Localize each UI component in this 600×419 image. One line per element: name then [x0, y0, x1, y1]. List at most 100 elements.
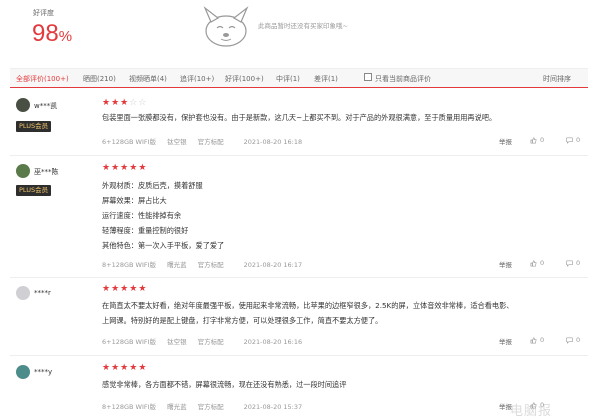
thumbs-up-icon	[530, 259, 537, 266]
product-color: 曙光蓝	[167, 403, 187, 411]
avatar[interactable]	[16, 365, 30, 379]
like-button[interactable]: 0	[530, 259, 544, 267]
star-icon: ★	[102, 98, 111, 108]
current-only-checkbox[interactable]	[364, 73, 372, 81]
current-only-label: 只看当前商品评价	[375, 75, 431, 83]
review-line: 屏幕效果：屏占比大	[102, 196, 167, 205]
like-count: 0	[540, 336, 545, 344]
reply-count: 0	[576, 336, 581, 344]
joy-dog-mascot-icon	[203, 6, 249, 47]
review-username: ****y	[34, 368, 53, 376]
review-meta: 8+128GB WIFI版 曙光蓝 官方标配 2021-08-20 16:17	[102, 259, 313, 269]
tab-video[interactable]: 视频晒单(4)	[129, 74, 167, 84]
report-link[interactable]: 举报	[499, 259, 512, 269]
tab-medium[interactable]: 中评(1)	[276, 74, 300, 84]
review-line: 包装里面一张膜都没有，保护套也没有。由于是新款，这几天~上都买不到。对于产品的外…	[102, 113, 497, 122]
tab-all[interactable]: 全部评价(100+)	[16, 74, 69, 84]
review-filter-tabs: 全部评价(100+) 晒图(210) 视频晒单(4) 追评(10+) 好评(10…	[10, 68, 588, 88]
star-icon: ★	[129, 363, 138, 373]
product-color: 钛空银	[167, 138, 187, 146]
comment-icon	[566, 137, 573, 144]
like-button[interactable]: 0	[530, 136, 544, 144]
plus-member-badge: PLUS会员	[16, 185, 52, 196]
review-meta: 6+128GB WIFI版 钛空银 官方标配 2021-08-20 16:16	[102, 336, 313, 346]
star-icon: ★	[102, 284, 111, 294]
like-count: 0	[540, 136, 545, 144]
review-line: 上网课。特别好的是配上键盘，打字非常方便，可以处理很多工作，简直不要太方便了。	[102, 316, 383, 325]
tab-good[interactable]: 好评(100+)	[225, 74, 264, 84]
star-rating: ★ ★ ★ ☆ ☆	[102, 99, 146, 108]
review-username: w***凯	[34, 102, 58, 110]
avatar[interactable]	[16, 164, 30, 178]
reply-button[interactable]: 0	[566, 259, 580, 267]
review-line: 其他特色：第一次入手平板，爱了爱了	[102, 241, 225, 250]
review-line: 轻薄程度：重量控制的很好	[102, 226, 189, 235]
star-icon: ★	[129, 284, 138, 294]
product-spec: 8+128GB WIFI版	[102, 403, 157, 411]
star-icon: ★	[120, 363, 129, 373]
star-icon: ★	[111, 284, 120, 294]
review-line: 外观材质：皮质后壳，摸着舒服	[102, 181, 203, 190]
review-text: 外观材质：皮质后壳，摸着舒服 屏幕效果：屏占比大 运行速度：性能排掉有余 轻薄程…	[102, 178, 224, 253]
reply-count: 0	[576, 259, 581, 267]
thumbs-up-icon	[530, 136, 537, 143]
star-icon: ★	[120, 284, 129, 294]
good-rate-label: 好评度	[33, 9, 54, 17]
review-meta: 6+128GB WIFI版 钛空银 官方标配 2021-08-20 16:18	[102, 136, 313, 146]
review-item: ****r ★ ★ ★ ★ ★ 在简直太不要太好看，绝对年度最强平板，使用起来非…	[10, 278, 588, 356]
review-date: 2021-08-20 16:17	[243, 261, 303, 269]
product-spec: 8+128GB WIFI版	[102, 261, 157, 269]
star-icon: ★	[120, 163, 129, 173]
product-package: 官方标配	[197, 138, 224, 146]
avatar[interactable]	[16, 98, 30, 112]
plus-member-badge: PLUS会员	[16, 121, 52, 132]
review-text: 感觉非常棒，各方面都不错，屏幕很流畅，现在还没有熟悉，过一段时间追评	[102, 377, 346, 392]
tab-append[interactable]: 追评(10+)	[180, 74, 214, 84]
review-username: ****r	[34, 289, 51, 297]
review-date: 2021-08-20 15:37	[243, 403, 303, 411]
tab-bad[interactable]: 差评(1)	[314, 74, 338, 84]
star-rating: ★ ★ ★ ★ ★	[102, 164, 146, 173]
thumbs-up-icon	[530, 336, 537, 343]
review-line: 运行速度：性能排掉有余	[102, 211, 182, 220]
star-icon: ★	[138, 284, 147, 294]
review-text: 在简直太不要太好看，绝对年度最强平板，使用起来非常流畅，比苹果的边框窄很多，2.…	[102, 298, 513, 328]
review-line: 感觉非常棒，各方面都不错，屏幕很流畅，现在还没有熟悉，过一段时间追评	[102, 380, 347, 389]
review-item: ****y ★ ★ ★ ★ ★ 感觉非常棒，各方面都不错，屏幕很流畅，现在还没有…	[10, 356, 588, 419]
avatar[interactable]	[16, 286, 30, 300]
product-color: 曙光蓝	[167, 261, 187, 269]
star-rating: ★ ★ ★ ★ ★	[102, 285, 146, 294]
product-spec: 6+128GB WIFI版	[102, 138, 157, 146]
product-package: 官方标配	[197, 403, 224, 411]
comment-icon	[566, 260, 573, 267]
star-rating: ★ ★ ★ ★ ★	[102, 364, 146, 373]
reply-button[interactable]: 0	[566, 336, 580, 344]
product-spec: 6+128GB WIFI版	[102, 338, 157, 346]
star-icon: ★	[111, 363, 120, 373]
product-color: 钛空银	[167, 338, 187, 346]
good-rate-value: 98%	[32, 20, 73, 47]
like-count: 0	[540, 259, 545, 267]
no-impression-text: 此商品暂时还没有买家印象哦~	[258, 22, 348, 30]
review-date: 2021-08-20 16:18	[243, 138, 303, 146]
star-empty-icon: ☆	[138, 98, 147, 108]
star-icon: ★	[129, 163, 138, 173]
reply-button[interactable]: 0	[566, 136, 580, 144]
reply-count: 0	[576, 136, 581, 144]
product-package: 官方标配	[197, 261, 224, 269]
review-item: 巫***陈 PLUS会员 ★ ★ ★ ★ ★ 外观材质：皮质后壳，摸着舒服 屏幕…	[10, 156, 588, 278]
review-text: 包装里面一张膜都没有，保护套也没有。由于是新款，这几天~上都买不到。对于产品的外…	[102, 110, 496, 125]
sort-by-time[interactable]: 时间排序	[543, 74, 571, 84]
product-package: 官方标配	[197, 338, 224, 346]
report-link[interactable]: 举报	[499, 336, 512, 346]
review-date: 2021-08-20 16:16	[243, 338, 303, 346]
watermark: 电脑报	[510, 404, 553, 419]
star-icon: ★	[102, 163, 111, 173]
review-line: 在简直太不要太好看，绝对年度最强平板，使用起来非常流畅，比苹果的边框窄很多，2.…	[102, 301, 514, 310]
like-button[interactable]: 0	[530, 336, 544, 344]
tab-pictures[interactable]: 晒图(210)	[83, 74, 116, 84]
report-link[interactable]: 举报	[499, 136, 512, 146]
star-icon: ★	[138, 163, 147, 173]
star-icon: ★	[111, 163, 120, 173]
star-icon: ★	[120, 98, 129, 108]
